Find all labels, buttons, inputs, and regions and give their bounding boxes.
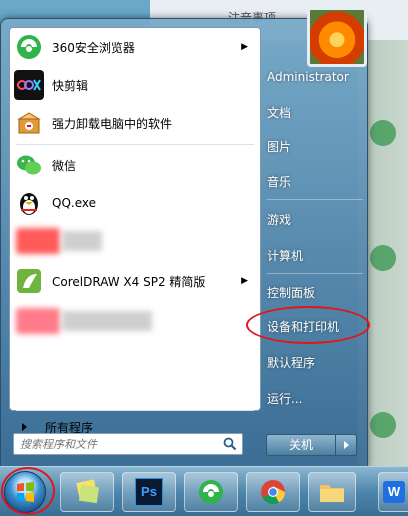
wps-icon: W (383, 481, 405, 503)
program-item-360-browser[interactable]: 360安全浏览器 ▶ (10, 30, 260, 64)
right-item-documents[interactable]: 文档 (267, 101, 363, 125)
taskbar-explorer[interactable] (308, 472, 356, 512)
search-icon[interactable] (223, 437, 237, 454)
user-avatar[interactable] (307, 7, 367, 67)
blurred-program-item[interactable] (10, 224, 260, 258)
taskbar: Ps W (0, 466, 408, 516)
user-name[interactable]: Administrator (267, 65, 363, 89)
program-label: QQ.exe (52, 196, 96, 210)
right-item-run[interactable]: 运行... (267, 387, 363, 411)
program-item-qq[interactable]: QQ.exe (10, 186, 260, 220)
taskbar-wps[interactable]: W (378, 472, 408, 512)
program-item-coreldraw[interactable]: CorelDRAW X4 SP2 精简版 ▶ (10, 264, 260, 298)
right-item-pictures[interactable]: 图片 (267, 135, 363, 159)
program-label: 微信 (52, 158, 77, 173)
program-label: 强力卸载电脑中的软件 (52, 116, 173, 131)
right-item-music[interactable]: 音乐 (267, 170, 363, 194)
wps-icon-text: W (387, 484, 401, 499)
right-item-control-panel[interactable]: 控制面板 (267, 281, 363, 305)
photoshop-icon-text: Ps (141, 484, 157, 499)
chrome-icon (261, 480, 285, 505)
explorer-folder-icon (320, 485, 344, 502)
search-input[interactable] (18, 434, 218, 454)
right-item-games[interactable]: 游戏 (267, 208, 363, 232)
right-item-computer[interactable]: 计算机 (267, 244, 363, 268)
programs-pane: 360安全浏览器 ▶ 快剪辑 强力卸载电脑中的软件 微信 QQ.exe Core… (9, 27, 261, 435)
background-dot (370, 245, 396, 271)
shutdown-button[interactable]: 关机 (266, 434, 336, 456)
highlight-oval (1, 467, 55, 515)
search-box[interactable] (13, 433, 243, 455)
360-browser-icon (199, 480, 223, 504)
start-menu: 360安全浏览器 ▶ 快剪辑 强力卸载电脑中的软件 微信 QQ.exe Core… (0, 7, 368, 468)
taskbar-sticky-notes[interactable] (60, 472, 114, 512)
program-item-kuaijianji[interactable]: 快剪辑 (10, 68, 260, 102)
triangle-right-icon (343, 441, 349, 449)
uninstall-box-icon (14, 108, 44, 138)
taskbar-photoshop[interactable]: Ps (122, 472, 176, 512)
sticky-notes-icon (76, 479, 100, 504)
360-browser-icon (14, 32, 44, 62)
shutdown-options-button[interactable] (335, 434, 357, 456)
background-dot (370, 412, 396, 438)
qq-penguin-icon (14, 188, 44, 218)
coreldraw-icon (14, 266, 44, 296)
program-item-uninstaller[interactable]: 强力卸载电脑中的软件 (10, 106, 260, 140)
program-label: 快剪辑 (52, 78, 89, 93)
menu-separator (16, 144, 254, 145)
submenu-arrow-icon: ▶ (241, 42, 248, 52)
taskbar-chrome[interactable] (246, 472, 300, 512)
right-separator (267, 273, 363, 274)
kuaijianji-icon (14, 70, 44, 100)
taskbar-360-browser[interactable] (184, 472, 238, 512)
submenu-arrow-icon: ▶ (241, 276, 248, 286)
program-item-wechat[interactable]: 微信 (10, 148, 260, 182)
right-item-default-programs[interactable]: 默认程序 (267, 351, 363, 375)
wechat-icon (14, 150, 44, 180)
blurred-program-item[interactable] (10, 304, 260, 338)
program-label: 360安全浏览器 (52, 40, 135, 55)
right-separator (267, 199, 363, 200)
highlight-oval (246, 306, 370, 344)
program-label: CorelDRAW X4 SP2 精简版 (52, 274, 206, 289)
background-dot (370, 120, 396, 146)
triangle-right-icon (22, 423, 27, 431)
photoshop-icon: Ps (135, 478, 163, 506)
menu-separator (16, 410, 254, 411)
